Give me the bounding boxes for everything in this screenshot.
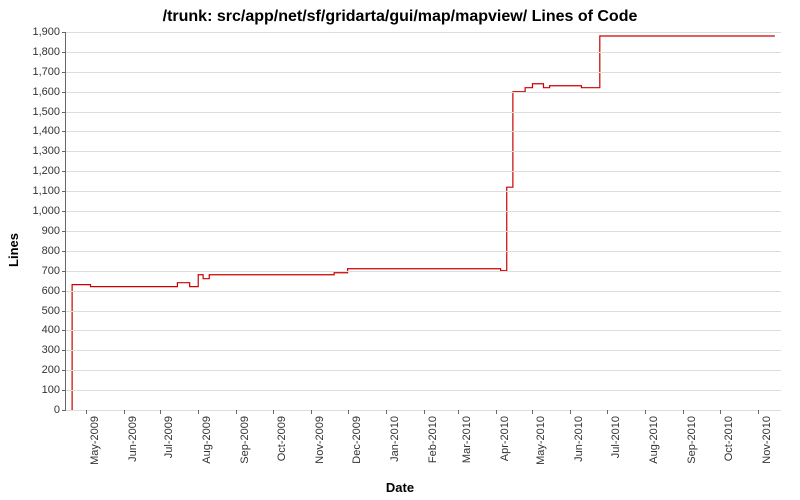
x-tick-label: Aug-2009 <box>201 416 213 464</box>
chart-title: /trunk: src/app/net/sf/gridarta/gui/map/… <box>0 8 800 26</box>
y-tick-label: 1,300 <box>10 145 60 157</box>
y-tick-label: 1,400 <box>10 125 60 137</box>
x-tick-label: Feb-2010 <box>427 416 439 463</box>
y-tick-label: 500 <box>10 305 60 317</box>
y-tick-label: 1,900 <box>10 26 60 38</box>
y-tick-label: 900 <box>10 225 60 237</box>
y-tick-label: 200 <box>10 364 60 376</box>
y-tick-label: 1,100 <box>10 185 60 197</box>
x-tick-label: May-2009 <box>89 416 101 465</box>
y-tick-label: 1,500 <box>10 106 60 118</box>
y-tick-label: 1,600 <box>10 86 60 98</box>
y-tick-label: 300 <box>10 344 60 356</box>
y-tick-label: 100 <box>10 384 60 396</box>
x-tick-label: Apr-2010 <box>499 416 511 461</box>
y-tick-label: 1,800 <box>10 46 60 58</box>
y-tick-label: 800 <box>10 245 60 257</box>
x-tick-label: May-2010 <box>535 416 547 465</box>
chart-container: /trunk: src/app/net/sf/gridarta/gui/map/… <box>0 0 800 500</box>
x-tick-label: Jan-2010 <box>389 416 401 462</box>
x-tick-label: Jul-2009 <box>163 416 175 458</box>
x-tick-label: Sep-2010 <box>686 416 698 464</box>
plot-area <box>65 32 781 411</box>
y-tick-label: 600 <box>10 285 60 297</box>
x-tick-label: Nov-2009 <box>314 416 326 464</box>
x-tick-label: Oct-2010 <box>723 416 735 461</box>
x-tick-label: Mar-2010 <box>461 416 473 463</box>
y-tick-label: 1,200 <box>10 165 60 177</box>
x-axis-label: Date <box>0 480 800 495</box>
y-tick-label: 0 <box>10 404 60 416</box>
line-series <box>66 32 781 410</box>
x-tick-label: Oct-2009 <box>276 416 288 461</box>
x-tick-label: Sep-2009 <box>239 416 251 464</box>
y-tick-label: 700 <box>10 265 60 277</box>
x-tick-label: Dec-2009 <box>351 416 363 464</box>
y-tick-label: 400 <box>10 324 60 336</box>
y-tick-label: 1,700 <box>10 66 60 78</box>
x-tick-label: Jun-2010 <box>573 416 585 462</box>
x-tick-label: Jul-2010 <box>610 416 622 458</box>
y-tick-label: 1,000 <box>10 205 60 217</box>
x-tick-label: Nov-2010 <box>761 416 773 464</box>
x-tick-label: Jun-2009 <box>127 416 139 462</box>
x-tick-label: Aug-2010 <box>648 416 660 464</box>
